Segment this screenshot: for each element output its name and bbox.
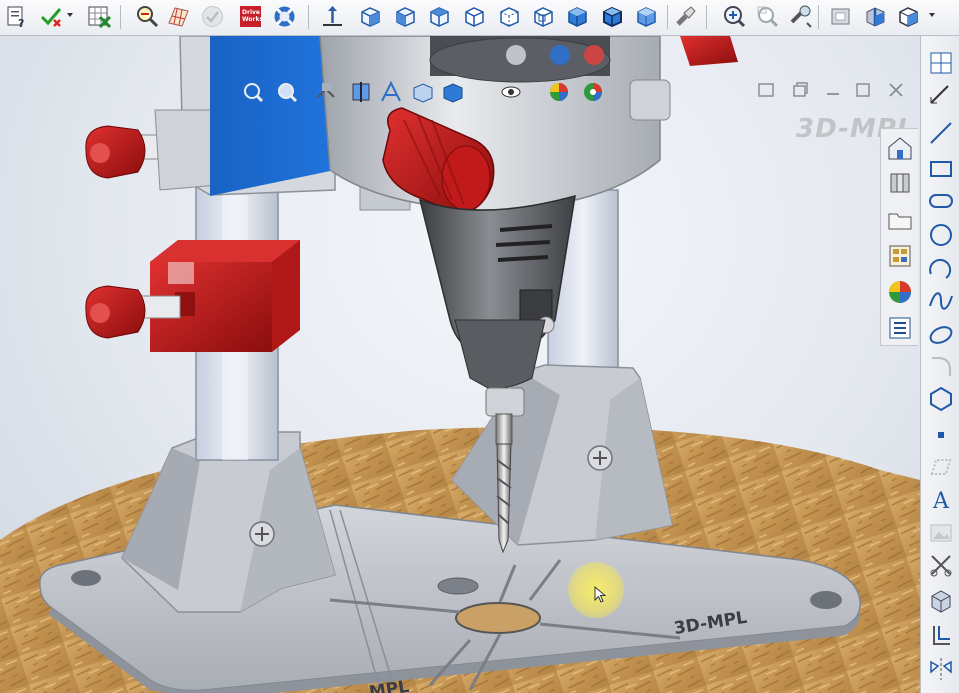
toolbar-separator <box>706 5 707 29</box>
lifebuoy-icon[interactable] <box>271 3 298 30</box>
drill-press-model[interactable]: 3D-MPL MPL <box>0 36 920 693</box>
restore-icon[interactable] <box>790 80 810 100</box>
sketch-toolbar: A <box>920 36 959 693</box>
mirror-icon[interactable] <box>926 654 956 684</box>
polygon-icon[interactable] <box>926 384 956 414</box>
section-view-icon[interactable] <box>348 79 374 105</box>
3d-sketch-icon[interactable] <box>926 586 956 616</box>
rotate-icon[interactable] <box>787 3 814 30</box>
graphics-area[interactable]: 3D-MPL MPL 3D-MPL <box>0 36 920 693</box>
task-pane <box>880 128 918 346</box>
display-cube-icon[interactable] <box>633 3 660 30</box>
normal-to-icon[interactable] <box>319 3 346 30</box>
svg-text:Drive: Drive <box>242 9 260 16</box>
toolbar-separator <box>308 5 309 29</box>
right-view-icon[interactable] <box>426 3 453 30</box>
plane-icon[interactable] <box>926 452 956 482</box>
design-library-icon[interactable] <box>885 168 915 198</box>
zoom-fit-icon[interactable] <box>720 3 747 30</box>
spline-icon[interactable] <box>926 286 956 316</box>
toolbar-separator <box>818 5 819 29</box>
back-view-icon[interactable] <box>496 3 523 30</box>
maximize-icon[interactable] <box>853 80 873 100</box>
check-mark-icon[interactable] <box>38 3 65 30</box>
tile-icon[interactable] <box>756 80 776 100</box>
shaded-view-icon[interactable] <box>564 3 591 30</box>
custom-properties-icon[interactable] <box>885 313 915 343</box>
display-style-icon[interactable] <box>895 3 922 30</box>
view-orientation-icon[interactable] <box>410 79 436 105</box>
fillet-icon[interactable] <box>926 352 956 382</box>
zoom-to-fit-icon[interactable] <box>240 79 266 105</box>
mesh-grid-icon[interactable] <box>165 3 192 30</box>
offset-icon[interactable] <box>926 620 956 650</box>
picture-icon[interactable] <box>926 518 956 548</box>
appearances-icon[interactable] <box>885 277 915 307</box>
section-view-icon[interactable] <box>862 3 889 30</box>
top-toolbar: ? Drive Works <box>0 0 959 36</box>
view-palette-icon[interactable] <box>885 241 915 271</box>
circle-icon[interactable] <box>926 220 956 250</box>
file-explorer-icon[interactable] <box>885 205 915 235</box>
toolbar-separator <box>120 5 121 29</box>
front-view-icon[interactable] <box>392 3 419 30</box>
dynamic-annotation-icon[interactable] <box>378 79 404 105</box>
edit-appearance-icon[interactable] <box>546 79 572 105</box>
solidworks-resources-icon[interactable] <box>885 133 915 163</box>
driveworks-icon[interactable]: Drive Works <box>237 3 264 30</box>
chevron-down-icon[interactable] <box>67 13 73 17</box>
ellipse-icon[interactable] <box>926 320 956 350</box>
isometric-view-icon[interactable] <box>357 3 384 30</box>
smart-dimension-icon[interactable] <box>926 81 956 111</box>
checkmark-circle-icon[interactable] <box>199 3 226 30</box>
svg-text:Works: Works <box>242 16 263 23</box>
top-view-icon[interactable] <box>461 3 488 30</box>
chevron-down-icon[interactable] <box>929 13 935 17</box>
shaded-edges-icon[interactable] <box>599 3 626 30</box>
display-style-icon[interactable] <box>440 79 466 105</box>
check-sheet-icon[interactable]: ? <box>4 3 31 30</box>
trim-icon[interactable] <box>926 550 956 580</box>
arc-icon[interactable] <box>926 254 956 284</box>
svg-text:A: A <box>932 489 950 514</box>
toolbar-separator <box>667 5 668 29</box>
spindle-housing <box>319 36 738 211</box>
mouse-cursor <box>594 586 606 603</box>
minimize-icon[interactable] <box>823 80 843 100</box>
section-icon[interactable] <box>827 3 854 30</box>
svg-text:?: ? <box>18 17 24 30</box>
zoom-search-icon[interactable] <box>133 3 160 30</box>
hide-show-icon[interactable] <box>498 79 524 105</box>
close-icon[interactable] <box>886 80 906 100</box>
text-icon[interactable]: A <box>926 484 956 514</box>
previous-view-icon[interactable] <box>314 79 340 105</box>
zoom-area-icon[interactable] <box>274 79 300 105</box>
slot-icon[interactable] <box>926 186 956 216</box>
zoom-area-icon[interactable] <box>754 3 781 30</box>
grid-icon[interactable] <box>926 48 956 78</box>
apply-scene-icon[interactable] <box>580 79 606 105</box>
rectangle-icon[interactable] <box>926 154 956 184</box>
point-icon[interactable] <box>926 420 956 450</box>
spreadsheet-icon[interactable] <box>86 3 113 30</box>
flashlight-icon[interactable] <box>671 3 698 30</box>
line-icon[interactable] <box>926 118 956 148</box>
box-view-icon[interactable] <box>530 3 557 30</box>
